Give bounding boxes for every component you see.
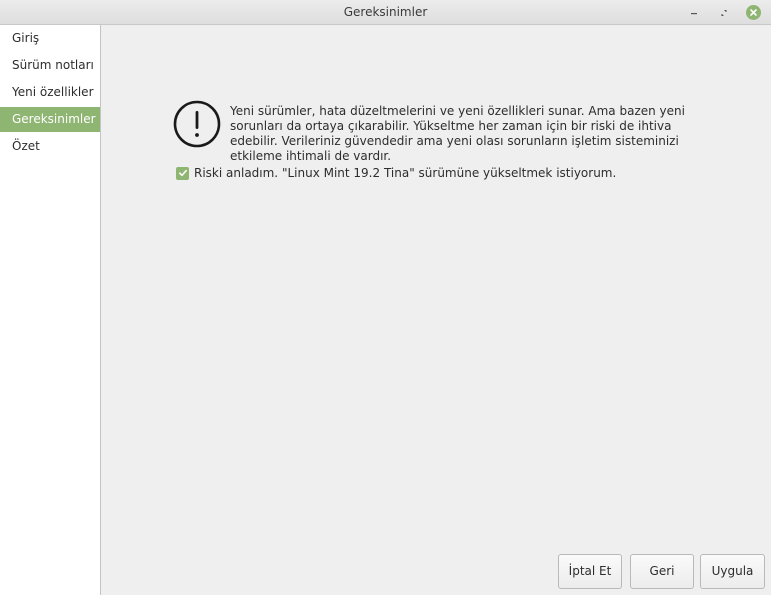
exclamation-circle-icon — [173, 100, 221, 148]
risk-checkbox[interactable] — [176, 166, 189, 180]
sidebar-item-giris[interactable]: Giriş — [0, 26, 100, 51]
cancel-button[interactable]: İptal Et — [558, 554, 622, 589]
apply-button[interactable]: Uygula — [700, 554, 765, 589]
sidebar-item-yeni-ozellikler[interactable]: Yeni özellikler — [0, 80, 100, 105]
window: Gereksinimler Giriş Sürüm notları Yeni ö… — [0, 0, 771, 595]
maximize-button[interactable] — [715, 4, 732, 21]
minimize-button[interactable] — [685, 4, 702, 21]
content-area: Yeni sürümler, hata düzeltmelerini ve ye… — [101, 25, 771, 595]
maximize-icon — [720, 9, 727, 16]
checkmark-icon — [178, 169, 187, 177]
sidebar: Giriş Sürüm notları Yeni özellikler Gere… — [0, 25, 101, 595]
sidebar-item-surum-notlari[interactable]: Sürüm notları — [0, 53, 100, 78]
risk-checkbox-row[interactable]: Riski anladım. "Linux Mint 19.2 Tina" sü… — [176, 165, 616, 181]
sidebar-item-gereksinimler[interactable]: Gereksinimler — [0, 107, 100, 132]
close-icon — [746, 5, 761, 20]
close-button[interactable] — [745, 4, 762, 21]
warning-message: Yeni sürümler, hata düzeltmelerini ve ye… — [230, 104, 685, 163]
back-button[interactable]: Geri — [630, 554, 694, 589]
risk-checkbox-label: Riski anladım. "Linux Mint 19.2 Tina" sü… — [194, 166, 617, 180]
sidebar-item-ozet[interactable]: Özet — [0, 134, 100, 159]
titlebar: Gereksinimler — [0, 0, 771, 25]
minimize-icon — [690, 12, 697, 14]
window-title: Gereksinimler — [343, 5, 428, 19]
